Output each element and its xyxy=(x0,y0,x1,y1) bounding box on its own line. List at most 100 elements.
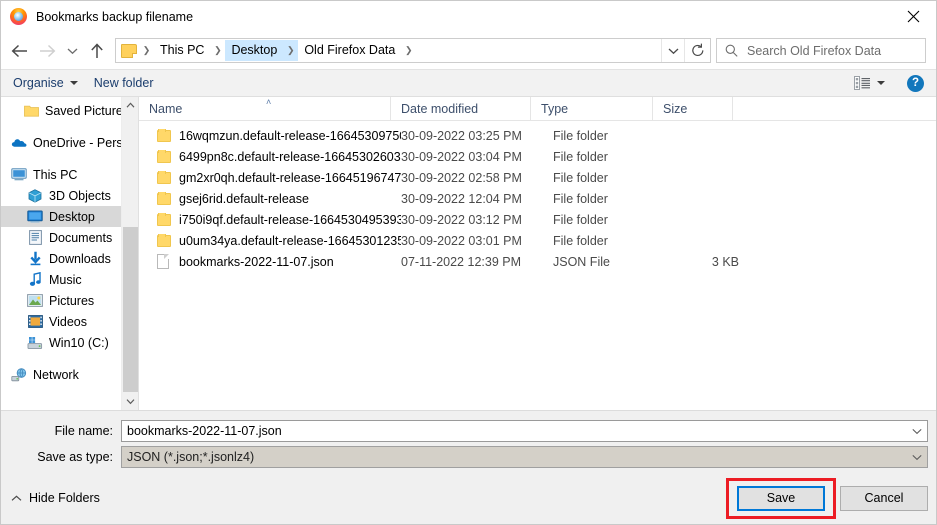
video-icon xyxy=(27,314,43,330)
breadcrumb-item-this-pc[interactable]: This PC xyxy=(154,40,210,61)
sidebar-item-label: Network xyxy=(33,367,79,382)
file-date-cell: 30-09-2022 12:04 PM xyxy=(401,191,522,206)
search-icon xyxy=(725,44,738,57)
file-name-input[interactable]: bookmarks-2022-11-07.json xyxy=(121,420,928,442)
recent-locations-button[interactable] xyxy=(61,37,83,65)
sidebar-item-label: Downloads xyxy=(49,251,111,266)
column-header-name[interactable]: Name ˄ xyxy=(139,97,391,120)
folder-icon xyxy=(157,128,171,142)
window-title: Bookmarks backup filename xyxy=(36,9,194,24)
save-as-type-dropdown-button[interactable] xyxy=(907,454,927,461)
save-button[interactable]: Save xyxy=(737,485,825,511)
sidebar-item-onedrive[interactable]: OneDrive - Persor xyxy=(1,132,138,153)
close-button[interactable] xyxy=(891,1,936,32)
table-row[interactable]: bookmarks-2022-11-07.json 07-11-2022 12:… xyxy=(139,251,936,272)
sidebar-item-this-pc[interactable]: This PC xyxy=(1,164,138,185)
save-file-dialog: Bookmarks backup filename ❯ This PC ❯ De… xyxy=(0,0,937,525)
scroll-up-button[interactable] xyxy=(122,97,138,114)
new-folder-button[interactable]: New folder xyxy=(86,70,162,96)
breadcrumb-item-desktop[interactable]: Desktop xyxy=(225,40,284,61)
file-name-dropdown-button[interactable] xyxy=(907,428,927,435)
address-bar[interactable]: ❯ This PC ❯ Desktop ❯ Old Firefox Data ❯ xyxy=(115,38,711,63)
file-name-cell: bookmarks-2022-11-07.json xyxy=(139,254,401,269)
search-box[interactable]: Search Old Firefox Data xyxy=(716,38,926,63)
monitor-icon xyxy=(11,167,27,183)
cube-icon xyxy=(27,188,43,204)
chevron-down-icon xyxy=(668,48,678,54)
table-row[interactable]: gsej6rid.default-release 30-09-2022 12:0… xyxy=(139,188,936,209)
file-list-pane: Name ˄ Date modified Type Size 16wqmzun.… xyxy=(139,97,936,410)
save-as-type-select[interactable]: JSON (*.json;*.jsonlz4) xyxy=(121,446,928,468)
sidebar-item-saved-pictures[interactable]: Saved Pictures xyxy=(1,100,138,121)
table-row[interactable]: i750i9qf.default-release-1664530495393 3… xyxy=(139,209,936,230)
file-name-label: i750i9qf.default-release-1664530495393 xyxy=(179,212,401,227)
hide-folders-label: Hide Folders xyxy=(29,491,100,505)
column-header-type[interactable]: Type xyxy=(531,97,653,120)
title-bar: Bookmarks backup filename xyxy=(1,1,936,32)
view-layout-icon xyxy=(854,76,870,90)
breadcrumb[interactable]: ❯ This PC ❯ Desktop ❯ Old Firefox Data ❯ xyxy=(116,39,661,62)
cloud-icon xyxy=(11,135,27,151)
refresh-button[interactable] xyxy=(684,39,710,62)
sidebar-item-label: Desktop xyxy=(49,209,95,224)
address-dropdown-button[interactable] xyxy=(661,39,684,62)
sidebar-item-win10-c[interactable]: Win10 (C:) xyxy=(1,332,138,353)
sidebar-item-network[interactable]: Network xyxy=(1,364,138,385)
organise-button[interactable]: Organise xyxy=(13,70,86,96)
column-header-label: Date modified xyxy=(401,101,479,116)
new-folder-label: New folder xyxy=(93,76,154,90)
folder-icon xyxy=(157,170,171,184)
back-button[interactable] xyxy=(5,37,33,65)
sidebar-item-label: Documents xyxy=(49,230,113,245)
sidebar-item-videos[interactable]: Videos xyxy=(1,311,138,332)
chevron-down-icon xyxy=(69,81,78,85)
table-row[interactable]: gm2xr0qh.default-release-1664519674767 3… xyxy=(139,167,936,188)
save-as-type-row: Save as type: JSON (*.json;*.jsonlz4) xyxy=(1,446,936,468)
breadcrumb-item-old-firefox-data[interactable]: Old Firefox Data xyxy=(298,40,401,61)
save-button-wrapper: Save xyxy=(726,477,836,519)
sidebar-item-label: OneDrive - Persor xyxy=(33,135,134,150)
sidebar-item-3d-objects[interactable]: 3D Objects xyxy=(1,185,138,206)
help-button[interactable]: ? xyxy=(907,74,924,92)
close-icon xyxy=(907,10,920,23)
table-row[interactable]: 6499pn8c.default-release-1664530260397 3… xyxy=(139,146,936,167)
file-name-cell: 16wqmzun.default-release-1664530975010 xyxy=(139,128,401,143)
file-name-value: bookmarks-2022-11-07.json xyxy=(127,424,282,438)
sidebar-item-downloads[interactable]: Downloads xyxy=(1,248,138,269)
hide-folders-button[interactable]: Hide Folders xyxy=(11,491,100,505)
download-icon xyxy=(27,251,43,267)
cancel-button[interactable]: Cancel xyxy=(840,485,928,511)
save-label: Save xyxy=(766,491,796,505)
file-type-cell: File folder xyxy=(553,191,608,206)
sidebar-scrollbar[interactable] xyxy=(121,97,138,410)
forward-button[interactable] xyxy=(33,37,61,65)
view-options-button[interactable] xyxy=(850,76,889,90)
scroll-down-button[interactable] xyxy=(122,393,138,410)
column-header-size[interactable]: Size xyxy=(653,97,733,120)
folder-icon xyxy=(157,212,171,226)
table-row[interactable]: u0um34ya.default-release-1664530123509 3… xyxy=(139,230,936,251)
up-arrow-icon xyxy=(91,42,103,58)
file-type-cell: JSON File xyxy=(553,254,610,269)
sidebar-item-desktop[interactable]: Desktop xyxy=(1,206,138,227)
breadcrumb-separator: ❯ xyxy=(142,45,151,55)
file-name-cell: i750i9qf.default-release-1664530495393 xyxy=(139,212,401,227)
sidebar-item-music[interactable]: Music xyxy=(1,269,138,290)
file-name-label: 6499pn8c.default-release-1664530260397 xyxy=(179,149,401,164)
scrollbar-thumb[interactable] xyxy=(123,227,138,392)
search-input[interactable]: Search Old Firefox Data xyxy=(747,44,881,58)
breadcrumb-separator: ❯ xyxy=(283,40,299,61)
sidebar-item-documents[interactable]: Documents xyxy=(1,227,138,248)
column-header-date-modified[interactable]: Date modified xyxy=(391,97,531,120)
table-row[interactable]: 16wqmzun.default-release-1664530975010 3… xyxy=(139,125,936,146)
column-header-label: Type xyxy=(541,101,569,116)
cancel-label: Cancel xyxy=(864,491,904,505)
file-date-cell: 07-11-2022 12:39 PM xyxy=(401,254,521,269)
folder-icon xyxy=(157,191,171,205)
up-button[interactable] xyxy=(83,37,111,65)
sidebar-item-pictures[interactable]: Pictures xyxy=(1,290,138,311)
folder-icon xyxy=(157,233,171,247)
file-name-cell: u0um34ya.default-release-1664530123509 xyxy=(139,233,401,248)
network-icon xyxy=(11,367,27,383)
